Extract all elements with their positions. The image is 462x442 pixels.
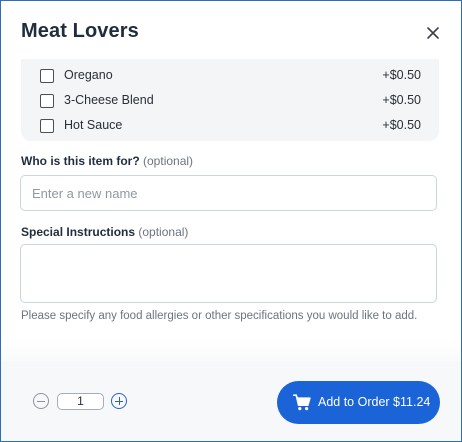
recipient-label-text: Who is this item for?: [21, 154, 140, 168]
option-price: +$0.50: [382, 93, 421, 107]
add-to-order-button[interactable]: Add to Order $11.24: [277, 381, 440, 424]
special-instructions-textarea[interactable]: [20, 244, 437, 303]
options-panel: Oregano +$0.50 3-Cheese Blend +$0.50 Hot…: [21, 59, 439, 141]
option-checkbox[interactable]: [40, 69, 54, 83]
option-price: +$0.50: [382, 118, 421, 132]
instructions-label-text: Special Instructions: [21, 225, 136, 239]
increment-quantity-button[interactable]: [111, 393, 127, 409]
item-modal: Meat Lovers Oregano +$0.50 3-Cheese Blen…: [0, 0, 462, 442]
option-checkbox[interactable]: [40, 94, 54, 108]
option-label: 3-Cheese Blend: [64, 93, 154, 107]
recipient-name-input[interactable]: [20, 175, 437, 211]
recipient-optional-text: (optional): [143, 154, 194, 168]
option-row-3-cheese-blend[interactable]: 3-Cheese Blend +$0.50: [21, 91, 439, 113]
close-icon: [427, 27, 439, 39]
shopping-cart-icon: [293, 394, 311, 411]
close-button[interactable]: [423, 23, 443, 43]
decrement-quantity-button[interactable]: [33, 393, 49, 409]
modal-title: Meat Lovers: [21, 20, 139, 42]
option-row-hot-sauce[interactable]: Hot Sauce +$0.50: [21, 116, 439, 138]
option-label: Hot Sauce: [64, 118, 123, 132]
option-row-oregano[interactable]: Oregano +$0.50: [21, 66, 439, 88]
option-price: +$0.50: [382, 68, 421, 82]
quantity-field[interactable]: 1: [57, 393, 104, 410]
instructions-helper-text: Please specify any food allergies or oth…: [21, 310, 418, 322]
modal-header: Meat Lovers: [1, 1, 461, 63]
recipient-label: Who is this item for? (optional): [21, 154, 193, 168]
add-to-order-label: Add to Order $11.24: [318, 395, 431, 409]
instructions-optional-text: (optional): [138, 225, 189, 239]
instructions-label: Special Instructions (optional): [21, 225, 188, 239]
option-checkbox[interactable]: [40, 119, 54, 133]
option-label: Oregano: [64, 68, 113, 82]
